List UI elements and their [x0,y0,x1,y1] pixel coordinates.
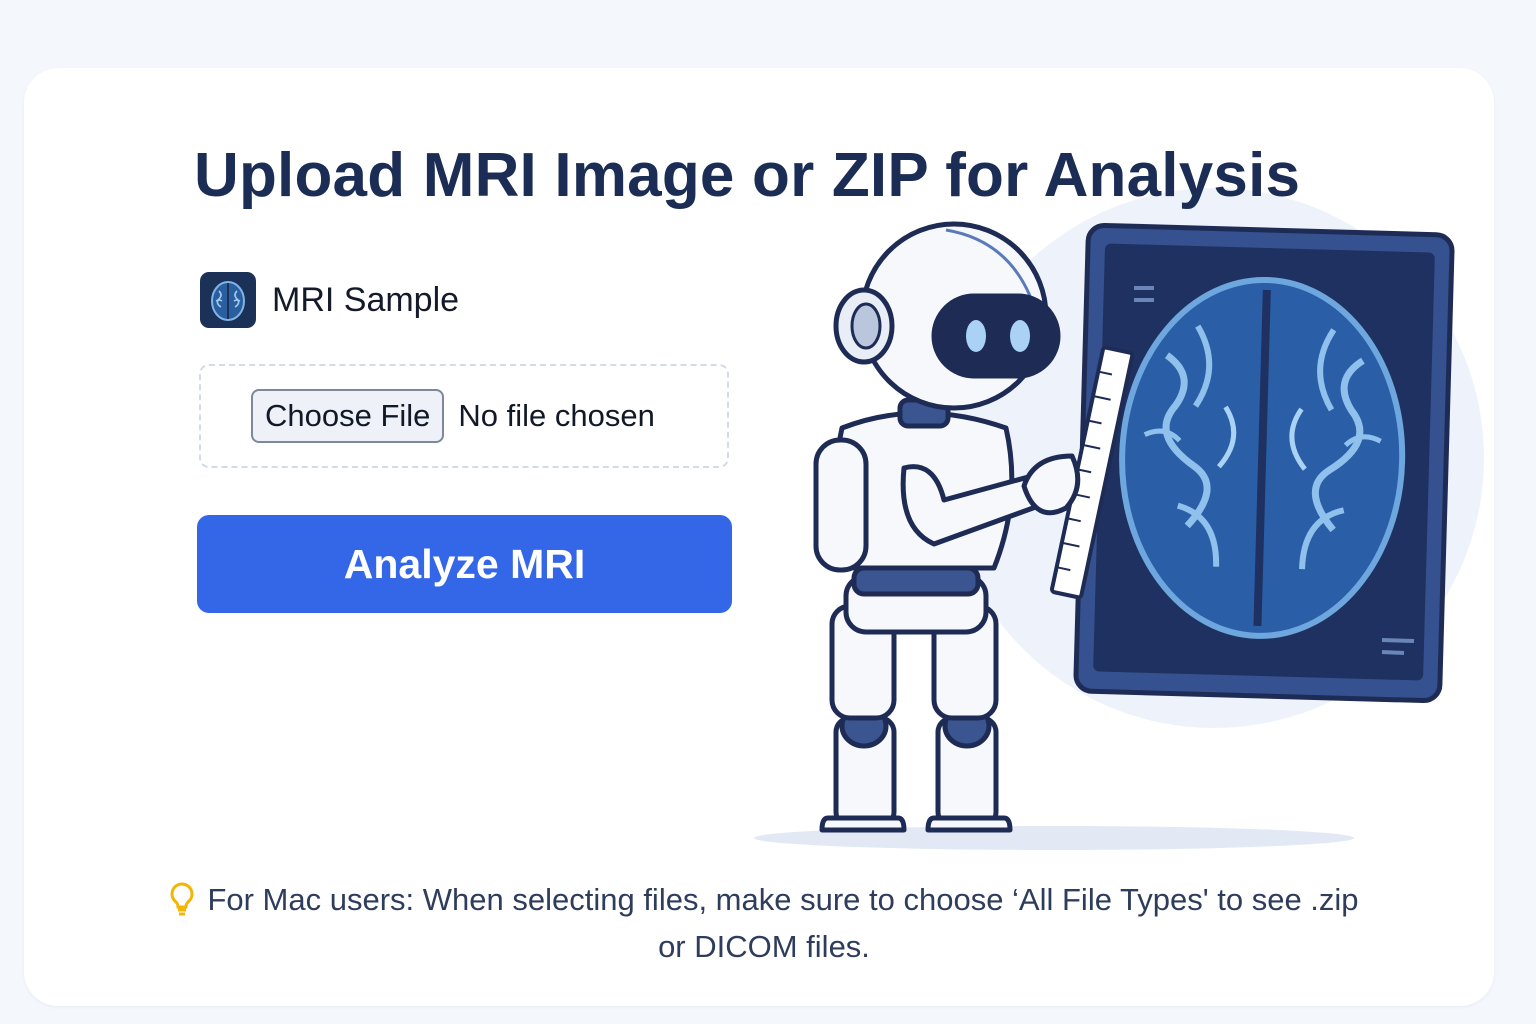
upload-card: Upload MRI Image or ZIP for Analysis MRI… [24,68,1494,1006]
file-drop-zone[interactable]: Choose File No file chosen [199,364,729,468]
mri-monitor-icon [1073,222,1455,704]
page-title: Upload MRI Image or ZIP for Analysis [194,141,1301,210]
choose-file-button[interactable]: Choose File [251,389,445,443]
analyze-mri-button[interactable]: Analyze MRI [197,515,732,613]
robot-icon [813,221,1081,833]
robot-mri-illustration [754,221,1455,850]
mri-sample-link[interactable]: MRI Sample [200,272,459,328]
mac-users-tip: For Mac users: When selecting files, mak… [154,876,1374,970]
mri-sample-label: MRI Sample [272,280,460,319]
lightbulb-icon [170,882,194,916]
file-status-text: No file chosen [458,398,655,433]
tip-text: For Mac users: When selecting files, mak… [207,882,1359,964]
brain-scan-thumbnail-icon [200,272,256,328]
